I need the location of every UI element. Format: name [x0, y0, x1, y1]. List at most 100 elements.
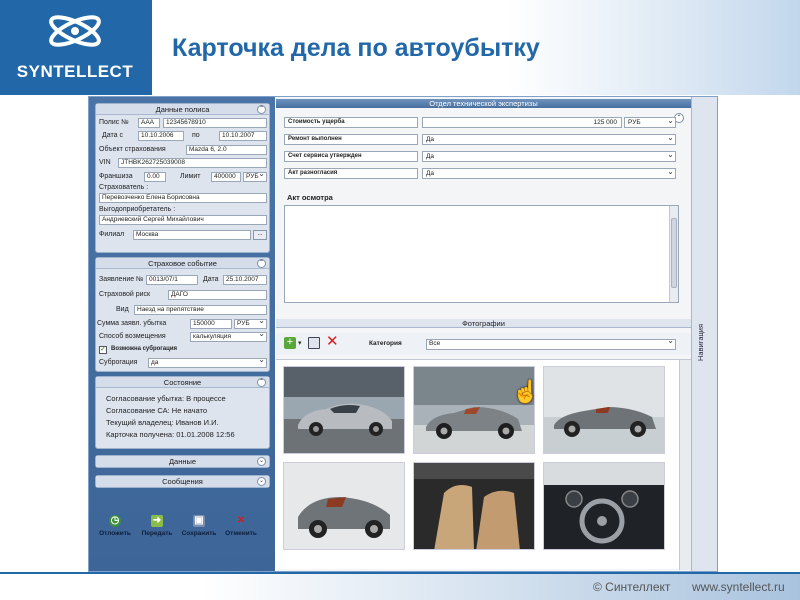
photo-thumbnail[interactable] [283, 366, 405, 454]
policy-section-header[interactable]: Данные полиса ⌃ [96, 104, 269, 115]
navigation-panel[interactable]: Навигация [691, 97, 717, 571]
scrollbar[interactable] [669, 206, 678, 302]
expertise-header: Отдел технической экспертизы [276, 99, 691, 108]
cancel-button[interactable]: ✕ Отменить [221, 515, 261, 537]
category-label: Категория [369, 340, 402, 347]
chevron-down-icon[interactable]: ⌄ [665, 117, 676, 128]
claim-date-field[interactable]: 25.10.2007 [223, 275, 267, 285]
date-to-field[interactable]: 10.10.2007 [219, 131, 267, 141]
limit-label: Лимит [180, 173, 201, 180]
claim-date-label: Дата [203, 276, 219, 283]
photo-thumbnail[interactable] [543, 462, 665, 550]
car-photo-icon [284, 463, 404, 549]
compensation-method-select[interactable]: калькуляция [190, 332, 267, 342]
expand-icon[interactable]: ⌄ [257, 477, 266, 486]
vin-field[interactable]: JTHBK262725039008 [118, 158, 267, 168]
event-section: Страховое событие ⌃ Заявление № 0013/07/… [95, 257, 270, 372]
chevron-down-icon[interactable]: ⌄ [665, 168, 676, 179]
insurer-field[interactable]: Перевозченко Елена Борисовна [99, 193, 267, 203]
app-window: Данные полиса ⌃ Полис № AAA 12345678910 … [88, 96, 718, 572]
car-photo-icon [284, 367, 404, 453]
subrogation-checkbox[interactable]: ✓ [99, 346, 107, 354]
photo-thumbnail[interactable]: ☝ [413, 366, 535, 454]
limit-field[interactable]: 400000 [211, 172, 241, 182]
subrogation-select[interactable]: да [148, 358, 267, 368]
save-button[interactable]: ▣ Сохранить [179, 515, 219, 537]
messages-section-title: Сообщения [162, 477, 203, 486]
slide-header: SYNTELLECT Карточка дела по автоубытку [0, 0, 800, 95]
photo-thumbnail[interactable] [543, 366, 665, 454]
branch-browse-button[interactable]: ... [253, 230, 267, 240]
status-section: Состояние ⌃ Согласование убытка: В проце… [95, 376, 270, 449]
beneficiary-field[interactable]: Андриевский Сергей Михайлович [99, 215, 267, 225]
hand-cursor-icon: ☝ [512, 379, 534, 405]
status-line: Карточка получена: 01.01.2008 12:56 [106, 430, 235, 439]
defer-label: Отложить [99, 530, 131, 537]
limit-currency-select[interactable]: РУБ [243, 172, 267, 182]
event-kind-field[interactable]: Наезд на препятствие [134, 305, 267, 315]
save-icon[interactable] [308, 337, 320, 349]
chevron-down-icon[interactable]: ▾ [298, 339, 302, 347]
branch-label: Филиал [99, 231, 125, 238]
slide-title: Карточка дела по автоубытку [172, 34, 540, 62]
policy-section: Данные полиса ⌃ Полис № AAA 12345678910 … [95, 103, 270, 253]
category-select[interactable]: Все [426, 339, 676, 350]
date-from-label: Дата с [102, 132, 123, 139]
messages-section-header[interactable]: Сообщения ⌄ [96, 476, 269, 487]
policy-number-label: Полис № [99, 119, 129, 126]
car-photo-icon [544, 367, 664, 453]
collapse-icon[interactable]: ⌃ [257, 378, 266, 387]
forward-button[interactable]: ➜ Передать [137, 515, 177, 537]
status-section-header[interactable]: Состояние ⌃ [96, 377, 269, 388]
photo-thumbnail[interactable] [413, 462, 535, 550]
left-panel: Данные полиса ⌃ Полис № AAA 12345678910 … [89, 97, 275, 571]
save-icon: ▣ [193, 515, 205, 527]
logo-text: SYNTELLECT [16, 62, 134, 81]
data-section-header[interactable]: Данные ⌄ [96, 456, 269, 467]
photos-header: Фотографии [276, 319, 691, 328]
branch-field[interactable]: Москва [133, 230, 251, 240]
messages-section[interactable]: Сообщения ⌄ [95, 475, 270, 488]
atom-logo-icon [49, 15, 101, 47]
claim-currency-select[interactable]: РУБ [234, 319, 267, 329]
inspection-textarea[interactable] [284, 205, 679, 303]
cancel-icon: ✕ [236, 515, 246, 526]
claim-amount-field[interactable]: 150000 [190, 319, 232, 329]
beneficiary-label: Выгодоприобретатель : [99, 206, 176, 213]
policy-section-title: Данные полиса [155, 105, 210, 114]
chevron-down-icon[interactable]: ⌄ [665, 134, 676, 145]
status-line: Текущий владелец: Иванов И.И. [106, 418, 219, 427]
status-line: Согласование СА: Не начато [106, 406, 208, 415]
franchise-field[interactable]: 0.00 [144, 172, 166, 182]
photo-thumbnail[interactable] [283, 462, 405, 550]
franchise-label: Франшиза [99, 173, 133, 180]
data-section[interactable]: Данные ⌄ [95, 455, 270, 468]
collapse-icon[interactable]: ⌃ [257, 259, 266, 268]
repair-done-select[interactable]: Да [422, 134, 676, 145]
photo-gallery: ☝ [276, 359, 691, 570]
subrogation-label: Суброгация [99, 359, 138, 366]
insured-object-field[interactable]: Mazda 6, 2.0 [186, 145, 267, 155]
risk-field[interactable]: ДАГО [168, 290, 267, 300]
claim-number-field[interactable]: 0013/07/1 [146, 275, 198, 285]
policy-number-field[interactable]: 12345678910 [163, 118, 267, 128]
insurer-label: Страхователь : [99, 184, 149, 191]
add-photo-icon[interactable]: + [284, 337, 296, 349]
disagreement-act-select[interactable]: Да [422, 168, 676, 179]
expand-icon[interactable]: ⌄ [257, 457, 266, 466]
delete-icon[interactable]: ✕ [326, 334, 339, 350]
date-from-field[interactable]: 10.10.2006 [138, 131, 184, 141]
scrollbar[interactable] [679, 360, 691, 570]
event-section-header[interactable]: Страховое событие ⌃ [96, 258, 269, 269]
defer-button[interactable]: ◷ Отложить [95, 515, 135, 537]
footer-url[interactable]: www.syntellect.ru [692, 580, 785, 594]
damage-cost-field[interactable]: 125 000 [422, 117, 622, 128]
footer-copyright: © Синтеллект [593, 580, 671, 594]
photo-toolbar: + ▾ ✕ Категория Все [276, 333, 691, 355]
service-bill-select[interactable]: Да [422, 151, 676, 162]
policy-series-field[interactable]: AAA [138, 118, 160, 128]
slide-footer: © Синтеллект www.syntellect.ru [0, 572, 800, 600]
disagreement-act-label: Акт разногласия [284, 168, 418, 179]
chevron-down-icon[interactable]: ⌄ [665, 151, 676, 162]
collapse-icon[interactable]: ⌃ [257, 105, 266, 114]
